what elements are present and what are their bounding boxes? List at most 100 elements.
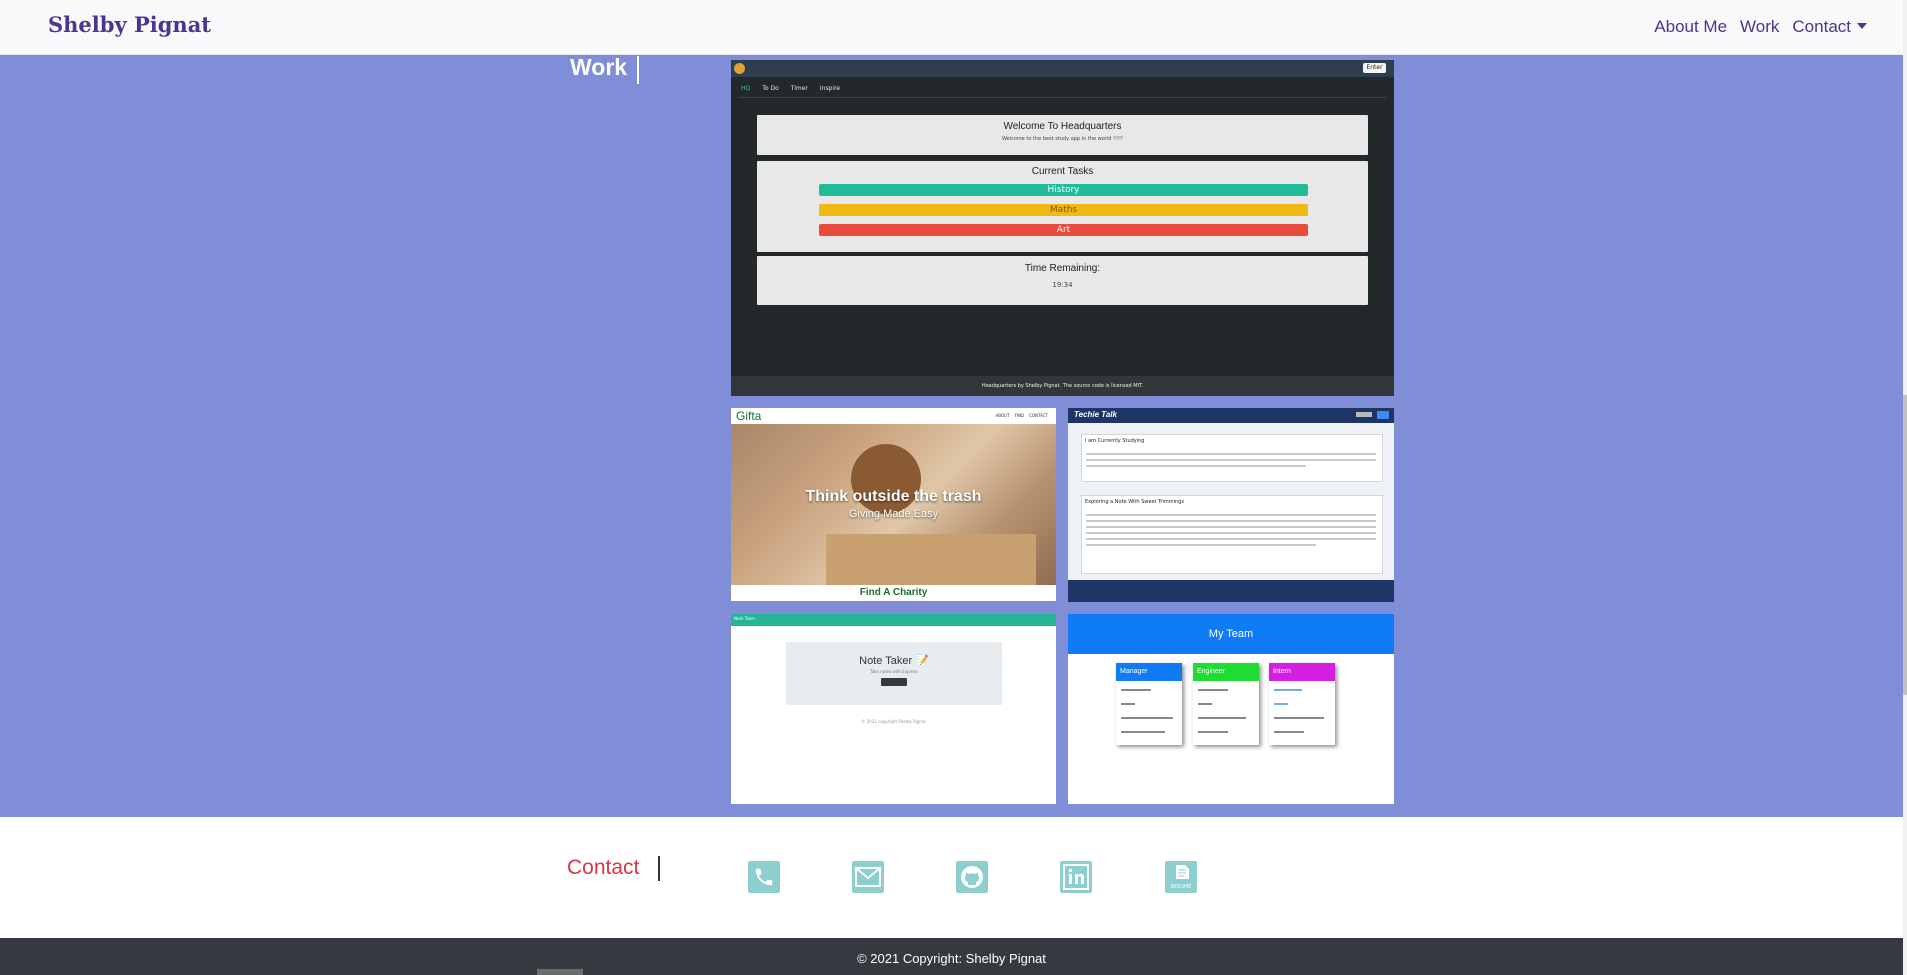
resume-icon[interactable]: RESUME (1165, 861, 1197, 893)
navbar: Shelby Pignat About Me Work Contact (0, 0, 1903, 55)
techie-navbar: Techie Talk (1068, 408, 1394, 423)
project-card-my-team[interactable]: My Team Manager Engineer Intern (1068, 614, 1394, 804)
text-line (1086, 544, 1316, 546)
project-card-gifta[interactable]: Gifta ABOUT FIND CONTACT Think outside t… (731, 408, 1056, 601)
gifta-logo: Gifta (736, 409, 762, 423)
nav-link-work[interactable]: Work (1740, 17, 1779, 37)
text-line (1086, 532, 1376, 534)
text-line (1274, 703, 1288, 705)
techie-footer (1068, 580, 1394, 602)
divider (739, 97, 1386, 98)
hq-tab: Timer (790, 85, 808, 92)
gifta-nav-item: FIND (1014, 413, 1025, 418)
note-title: Note Taker 📝 (859, 655, 929, 667)
text-line (1198, 717, 1246, 719)
footer-decoration (537, 969, 583, 975)
text-line (1121, 731, 1165, 733)
techie-post: Exploring a Note With Sweet Trimmings (1081, 495, 1383, 574)
project-card-techie-talk[interactable]: Techie Talk I am Currently Studying Expl… (1068, 408, 1394, 602)
text-line (1121, 703, 1135, 705)
copyright-text: © 2021 Copyright: Shelby Pignat (857, 951, 1046, 966)
text-line (1198, 703, 1212, 705)
text-line (1086, 459, 1376, 461)
hq-top-button: Enter (1363, 63, 1386, 73)
title-cursor (637, 56, 639, 84)
hq-tabs: HQ To Do Timer Inspire (741, 85, 840, 92)
note-navbar-title: Note Taker (734, 616, 756, 621)
contact-section-title: Contact (567, 856, 640, 879)
hq-tab: Inspire (819, 85, 841, 92)
nav-link-contact-dropdown[interactable]: Contact (1792, 17, 1867, 37)
employee-role: Manager (1116, 663, 1182, 681)
text-line (1274, 689, 1302, 691)
text-line (1198, 731, 1228, 733)
note-subtitle: Take notes with Express (870, 669, 918, 674)
phone-icon[interactable] (748, 861, 780, 893)
gifta-headline: Think outside the trash (805, 488, 982, 505)
chevron-down-icon (1857, 23, 1867, 29)
gifta-nav: ABOUT FIND CONTACT (996, 413, 1048, 418)
text-line (1121, 689, 1151, 691)
text-line (1274, 731, 1304, 733)
gifta-hero-image: Think outside the trash Giving Made Easy (731, 424, 1056, 585)
text-line (1274, 717, 1324, 719)
text-line (1198, 689, 1228, 691)
techie-post: I am Currently Studying (1081, 434, 1383, 482)
brand-logo[interactable]: Shelby Pignat (48, 12, 211, 37)
text-line (1086, 465, 1306, 467)
task-bar: History (819, 184, 1308, 196)
nav-link-contact-label: Contact (1792, 17, 1851, 36)
hq-welcome-box: Welcome To Headquarters Welcome to the b… (757, 115, 1368, 155)
gifta-nav-item: ABOUT (995, 413, 1010, 418)
text-line (1086, 453, 1376, 455)
hq-time-value: 19:34 (1052, 281, 1073, 289)
employee-card-manager: Manager (1116, 663, 1182, 745)
techie-nav-item (1356, 412, 1372, 417)
hq-tab: HQ (741, 85, 751, 92)
linkedin-icon[interactable] (1060, 861, 1092, 893)
hq-time-box: Time Remaining: 19:34 (757, 256, 1368, 305)
employee-card-engineer: Engineer (1193, 663, 1259, 745)
work-section-title: Work (570, 54, 628, 80)
employee-card-intern: Intern (1269, 663, 1335, 745)
note-jumbotron: Note Taker 📝 Take notes with Express (786, 642, 1002, 705)
techie-post-title: I am Currently Studying (1085, 438, 1145, 444)
svg-text:RESUME: RESUME (1171, 884, 1192, 890)
hq-topbar: Enter (731, 60, 1394, 77)
hq-time-title: Time Remaining: (1024, 263, 1101, 274)
email-icon[interactable] (852, 861, 884, 893)
github-icon[interactable] (956, 861, 988, 893)
text-line (1086, 526, 1376, 528)
text-line (1121, 717, 1173, 719)
task-bar: Art (819, 224, 1308, 236)
contact-section (0, 817, 1903, 938)
hq-tab: To Do (762, 85, 779, 92)
team-header: My Team (1068, 614, 1394, 654)
hq-welcome-sub: Welcome to the best study app in the wor… (1001, 136, 1124, 142)
scrollbar-thumb[interactable] (1903, 395, 1907, 695)
hq-tasks-title: Current Tasks (1031, 166, 1094, 177)
note-get-started-button (881, 678, 907, 686)
nav-links: About Me Work Contact (1654, 17, 1867, 37)
title-cursor (658, 856, 660, 881)
gifta-subline: Giving Made Easy (848, 508, 939, 520)
gifta-nav-item: CONTACT (1029, 413, 1048, 418)
note-navbar: Note Taker (731, 614, 1056, 626)
techie-post-title: Exploring a Note With Sweet Trimmings (1085, 499, 1184, 505)
text-line (1086, 538, 1376, 540)
hq-logo-icon (734, 63, 745, 74)
employee-role: Intern (1269, 663, 1335, 681)
hq-footer: Headquarters by Shelby Pignat. The sourc… (731, 376, 1394, 396)
project-card-note-taker[interactable]: Note Taker Note Taker 📝 Take notes with … (731, 614, 1056, 804)
hq-welcome-title: Welcome To Headquarters (1003, 121, 1122, 132)
employee-role: Engineer (1193, 663, 1259, 681)
text-line (1086, 514, 1376, 516)
donation-box-shape (826, 534, 1036, 585)
project-card-headquarters[interactable]: Enter HQ To Do Timer Inspire Welcome To … (731, 60, 1394, 396)
text-line (1086, 520, 1376, 522)
techie-logo: Techie Talk (1074, 410, 1117, 419)
gifta-cta: Find A Charity (859, 587, 928, 598)
nav-link-about[interactable]: About Me (1654, 17, 1727, 37)
task-bar: Maths (819, 204, 1308, 216)
techie-login-button (1377, 411, 1389, 419)
